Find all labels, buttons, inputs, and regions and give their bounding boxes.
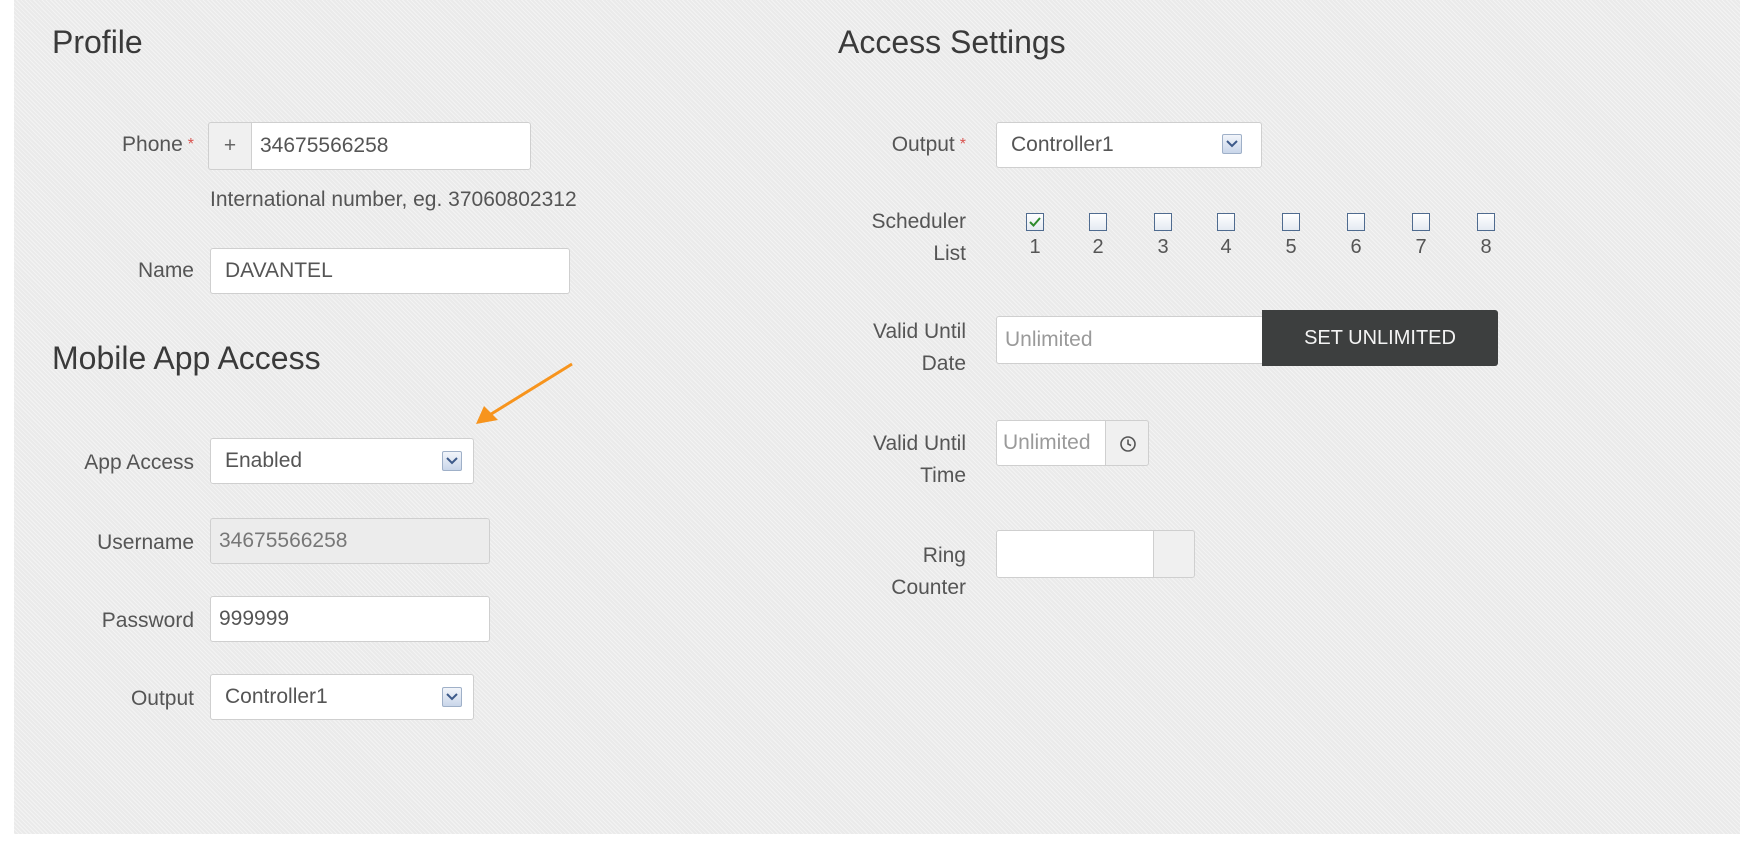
- valid-until-date-label: Valid Until Date: [814, 316, 966, 380]
- valid-until-date-label-line2: Date: [921, 352, 966, 375]
- ring-counter-input[interactable]: [996, 530, 1154, 578]
- phone-label-text: Phone: [122, 133, 183, 156]
- scheduler-label-line2: List: [933, 242, 966, 265]
- phone-prefix: +: [208, 122, 252, 170]
- username-input: 34675566258: [210, 518, 490, 564]
- clock-addon[interactable]: [1105, 420, 1149, 466]
- scheduler-checkbox-4[interactable]: [1217, 213, 1235, 231]
- app-access-select[interactable]: Enabled: [210, 438, 474, 484]
- scheduler-checkbox-7[interactable]: [1412, 213, 1430, 231]
- scheduler-label: Scheduler List: [814, 206, 966, 270]
- app-access-label: App Access: [84, 451, 194, 474]
- valid-until-date-label-line1: Valid Until: [873, 320, 966, 343]
- output-label: Output: [130, 687, 194, 710]
- phone-input[interactable]: 34675566258: [251, 122, 531, 170]
- output-select[interactable]: Controller1: [210, 674, 474, 720]
- password-input[interactable]: 999999: [210, 596, 490, 642]
- access-settings-heading: Access Settings: [838, 24, 1066, 60]
- valid-until-date-input[interactable]: Unlimited: [996, 316, 1264, 364]
- checkmark-icon: [1029, 217, 1041, 227]
- clock-icon: [1120, 436, 1136, 452]
- mobile-app-heading: Mobile App Access: [52, 340, 321, 376]
- scheduler-checkbox-2[interactable]: [1089, 213, 1107, 231]
- valid-until-time-label: Valid Until Time: [814, 428, 966, 492]
- valid-until-time-label-line1: Valid Until: [873, 432, 966, 455]
- chevron-down-icon[interactable]: [442, 451, 462, 471]
- username-label: Username: [97, 531, 194, 554]
- required-mark: *: [187, 136, 194, 153]
- name-input[interactable]: DAVANTEL: [210, 248, 570, 294]
- access-output-label-text: Output: [891, 133, 955, 156]
- phone-label: Phone *: [54, 128, 194, 162]
- phone-help-text: International number, eg. 37060802312: [210, 188, 577, 211]
- password-label: Password: [101, 609, 194, 632]
- scheduler-number: 2: [1092, 236, 1104, 258]
- set-unlimited-button[interactable]: SET UNLIMITED: [1262, 310, 1498, 366]
- chevron-down-icon[interactable]: [442, 687, 462, 707]
- valid-until-time-input[interactable]: Unlimited: [996, 420, 1106, 466]
- scheduler-checkbox-3[interactable]: [1154, 213, 1172, 231]
- output-value: Controller1: [225, 685, 328, 708]
- scheduler-checkbox-5[interactable]: [1282, 213, 1300, 231]
- name-label: Name: [137, 259, 194, 282]
- required-mark: *: [959, 136, 966, 153]
- ring-counter-label: Ring Counter: [814, 540, 966, 604]
- scheduler-number: 6: [1350, 236, 1362, 258]
- form-panel: Profile Phone * + 34675566258 Internation…: [14, 0, 1740, 834]
- valid-until-time-label-line2: Time: [920, 464, 966, 487]
- access-output-value: Controller1: [1011, 133, 1114, 156]
- scheduler-number: 7: [1415, 236, 1427, 258]
- profile-heading: Profile: [52, 24, 143, 60]
- scheduler-number: 4: [1220, 236, 1232, 258]
- chevron-down-icon[interactable]: [1222, 134, 1242, 154]
- access-output-label: Output *: [814, 128, 966, 162]
- scheduler-number: 3: [1157, 236, 1169, 258]
- scheduler-number: 1: [1029, 236, 1041, 258]
- scheduler-checkbox-8[interactable]: [1477, 213, 1495, 231]
- scheduler-label-line1: Scheduler: [871, 210, 966, 233]
- ring-counter-label-line2: Counter: [891, 576, 966, 599]
- scheduler-checkbox-1[interactable]: [1026, 213, 1044, 231]
- ring-counter-label-line1: Ring: [922, 544, 966, 567]
- app-access-value: Enabled: [225, 449, 303, 472]
- scheduler-number: 5: [1285, 236, 1297, 258]
- scheduler-number: 8: [1480, 236, 1492, 258]
- ring-counter-addon: [1153, 530, 1195, 578]
- scheduler-checkbox-6[interactable]: [1347, 213, 1365, 231]
- annotation-arrow: [476, 362, 573, 424]
